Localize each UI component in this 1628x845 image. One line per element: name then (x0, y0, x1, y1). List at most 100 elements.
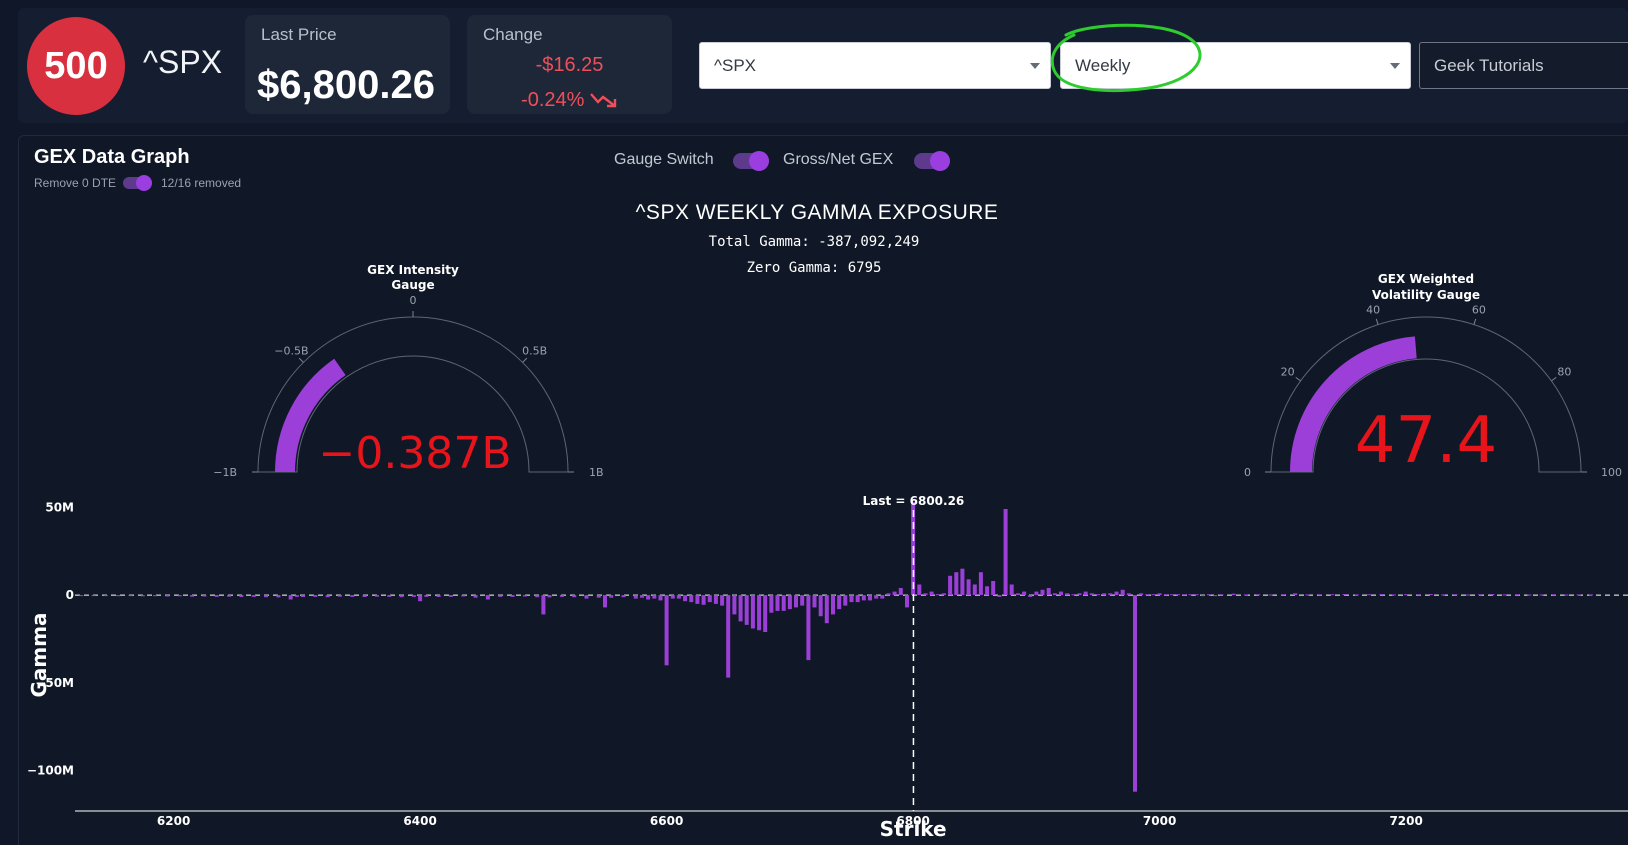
bar (633, 595, 638, 599)
bar (153, 595, 158, 597)
bar (1028, 595, 1033, 597)
bar (1071, 594, 1076, 596)
y-tick-label: 50M (45, 500, 74, 514)
bar (1139, 593, 1144, 596)
bar (1305, 594, 1310, 596)
bar (535, 595, 540, 598)
bar (929, 591, 934, 596)
bar (436, 595, 441, 597)
bar (1502, 594, 1507, 596)
bar (350, 595, 355, 597)
bar (1465, 594, 1470, 596)
bar (960, 568, 965, 595)
bar (325, 595, 330, 598)
chart-bars (79, 502, 1593, 792)
bar (985, 586, 990, 596)
bar (541, 595, 546, 615)
bar (1478, 594, 1483, 596)
bar (1441, 594, 1446, 596)
bar (103, 595, 108, 597)
bar (1120, 589, 1125, 596)
bar (978, 572, 983, 595)
bar (1293, 593, 1298, 596)
bar (276, 595, 281, 598)
bar (1256, 594, 1261, 596)
bar (689, 595, 694, 603)
bar (905, 595, 909, 608)
bar (473, 595, 478, 598)
bar (214, 595, 219, 597)
bar (775, 595, 780, 611)
x-tick-label: 6400 (403, 814, 436, 828)
bar (738, 595, 743, 622)
bar (1126, 593, 1131, 596)
bar (584, 595, 589, 599)
bar (1354, 594, 1359, 596)
bar (744, 595, 749, 625)
bar (812, 595, 817, 608)
bar (652, 595, 657, 599)
x-tick-label: 7200 (1389, 814, 1422, 828)
bar (1539, 594, 1544, 596)
bar (732, 595, 737, 615)
bar (658, 595, 663, 601)
bar (837, 595, 842, 610)
bar (128, 595, 133, 597)
bar (1416, 594, 1421, 596)
bar (313, 595, 318, 597)
bar (338, 595, 342, 597)
bar (1114, 591, 1119, 596)
bar (763, 595, 768, 632)
bar (399, 595, 404, 598)
bar (572, 595, 577, 598)
bar (757, 595, 762, 631)
bar (547, 595, 552, 598)
bar (603, 595, 607, 608)
bar (1163, 594, 1168, 596)
bar (794, 595, 798, 608)
bar (849, 595, 854, 603)
chart-x-ticks: 6200 6400 6600 6800 7000 7200 (157, 814, 1423, 828)
bar (855, 595, 860, 603)
bar (116, 595, 121, 597)
bar (948, 575, 953, 596)
bar (227, 595, 232, 597)
bar (1243, 594, 1248, 596)
bar (874, 595, 879, 599)
bar (1367, 594, 1372, 596)
bar (1182, 594, 1187, 596)
bar (670, 595, 675, 599)
bar (1527, 594, 1532, 596)
x-tick-label: 7000 (1143, 814, 1176, 828)
bar (683, 595, 688, 602)
bar (1009, 584, 1014, 595)
bar (362, 595, 367, 597)
bar (1576, 594, 1581, 596)
bar (831, 595, 835, 615)
bar (1391, 594, 1396, 596)
x-axis-title: Strike (880, 817, 947, 841)
bar (1089, 593, 1094, 596)
bar (676, 595, 681, 599)
bar (288, 595, 293, 600)
bar (664, 595, 669, 666)
bar (1108, 593, 1113, 596)
bar (769, 595, 774, 613)
y-axis-title: Gamma (27, 612, 51, 697)
bar (1330, 594, 1335, 596)
bar (418, 595, 423, 602)
bar (1022, 591, 1027, 596)
x-tick-label: 6600 (650, 814, 683, 828)
bar (424, 595, 429, 597)
bar (1404, 594, 1409, 596)
bar (824, 595, 829, 624)
bar (1589, 594, 1593, 596)
bar (79, 595, 84, 597)
bar (1206, 594, 1211, 596)
bar (1453, 594, 1458, 596)
bar (861, 595, 866, 601)
bar (800, 595, 805, 606)
bar (165, 595, 170, 597)
bar (177, 595, 182, 597)
bar (1096, 594, 1100, 596)
